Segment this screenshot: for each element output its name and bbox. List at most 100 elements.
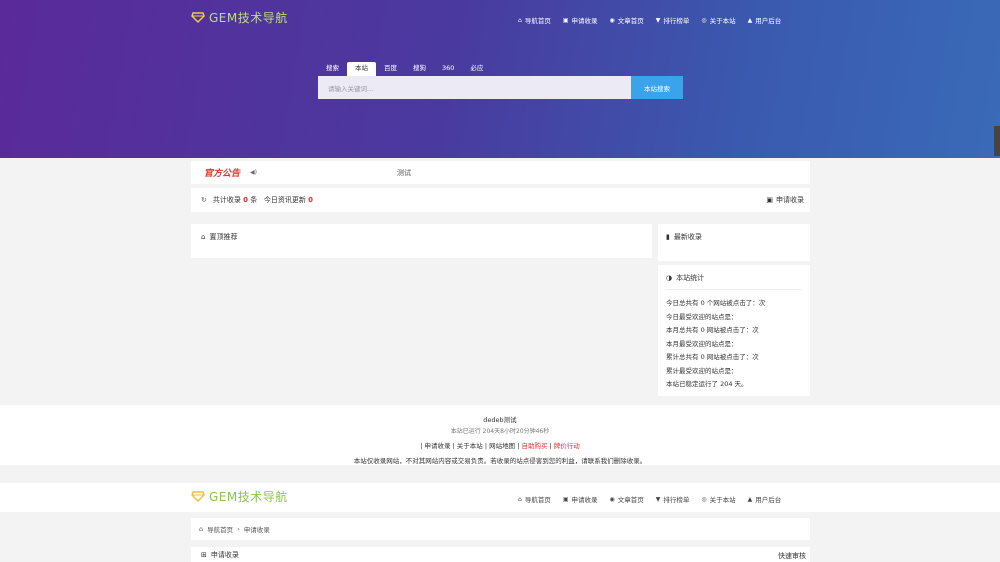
site-stats-lines: 今日总共有 0 个网站被点击了：次 今日最受欢迎的站点是： 本月总共有 0 网站… <box>666 297 802 392</box>
breadcrumb-sep: › <box>237 525 240 533</box>
nav-label: 用户后台 <box>755 496 782 504</box>
nav-item-0[interactable]: ⌂ 导航首页 <box>518 494 551 505</box>
apply-icon: ▣ <box>562 16 569 24</box>
search-tab[interactable]: 搜狗 <box>405 62 434 76</box>
footer-link[interactable]: 自助购买 <box>521 442 547 450</box>
info-icon: ◎ <box>701 495 707 503</box>
search-tab[interactable]: 360 <box>434 62 462 76</box>
search-engine-tabs: 搜索 本站 百度 搜狗 360 必应 <box>318 62 491 76</box>
nav-item-4[interactable]: ◎ 关于本站 <box>701 494 736 505</box>
site-logo[interactable]: GEM技术导航 <box>191 9 288 26</box>
page2-header: GEM技术导航 ⌂ 导航首页 ▣ 申请收录 ◉ 文章首页 ▼ 排行榜单 ◎ 关于本站 ▲ 用户后台 <box>0 483 1000 512</box>
nav-item-3[interactable]: ▼ 排行榜单 <box>655 15 690 26</box>
footer-link[interactable]: 关于本站 <box>457 442 483 450</box>
nav-label: 排行榜单 <box>663 17 690 25</box>
article-icon: ◉ <box>609 495 615 503</box>
footer-disclaimer: 本站仅收录网站，不对其网站内容或交易负责。若收录的站点侵害到您的利益，请联系我们… <box>353 457 647 465</box>
nav-label: 申请收录 <box>571 496 598 504</box>
newly-title-text: 最新收录 <box>673 233 702 241</box>
nav-item-5[interactable]: ▲ 用户后台 <box>747 494 782 505</box>
breadcrumb-current: 申请收录 <box>243 526 270 534</box>
nav-label: 导航首页 <box>524 17 551 25</box>
stat-line: 累计总共有 0 网站被点击了：次 <box>666 353 759 361</box>
home-icon: ⌂ <box>201 233 206 241</box>
article-icon: ◉ <box>609 16 615 24</box>
apply-link[interactable]: ▣ 申请收录 <box>766 195 804 205</box>
pinned-panel: ⌂ 置顶推荐 <box>191 224 652 258</box>
hero-banner: GEM技术导航 ⌂ 导航首页 ▣ 申请收录 ◉ 文章首页 ▼ 排行榜单 ◎ 关于本站 ▲ 用户后台 搜… <box>0 0 1000 158</box>
search-button[interactable]: 本站搜索 <box>631 76 683 99</box>
user-icon: ▲ <box>747 495 753 503</box>
plus-icon: ⊞ <box>201 550 207 559</box>
stat-line: 本站已稳定运行了 204 天。 <box>666 380 748 388</box>
speaker-icon: ◀) <box>250 169 257 176</box>
search-box: 请输入关键词... 本站搜索 <box>318 76 683 99</box>
nav-item-3[interactable]: ▼ 排行榜单 <box>655 494 690 505</box>
apply-panel: ⊞ 申请收录 快速审核 <box>191 547 810 562</box>
site-stats-title: ◑ 本站统计 <box>666 273 802 290</box>
refresh-icon: ↻ <box>201 196 207 204</box>
book-icon: ▮ <box>666 233 670 241</box>
footer-link[interactable]: 牌价行动 <box>554 442 580 450</box>
search-tab[interactable]: 百度 <box>376 62 405 76</box>
total-count: 0 <box>243 196 248 204</box>
today-label: 今日资讯更新 <box>263 196 306 204</box>
stat-line: 本月最受欢迎的站点是： <box>666 339 738 348</box>
search-tab[interactable]: 搜索 <box>318 62 347 76</box>
stat-line: 今日总共有 0 个网站被点击了：次 <box>666 299 766 307</box>
today-count: 0 <box>308 196 314 204</box>
top-nav: ⌂ 导航首页 ▣ 申请收录 ◉ 文章首页 ▼ 排行榜单 ◎ 关于本站 ▲ 用户后台 <box>518 15 782 26</box>
nav-label: 文章首页 <box>617 496 644 504</box>
search-input[interactable]: 请输入关键词... <box>318 76 631 99</box>
nav-label: 申请收录 <box>571 17 598 25</box>
nav-label: 排行榜单 <box>663 496 690 504</box>
footer-links: | 申请收录 | 关于本站 | 网站地图 | 自助购买 | 牌价行动 <box>420 442 580 450</box>
nav-item-0[interactable]: ⌂ 导航首页 <box>518 15 551 26</box>
quick-review-label: 快速审核 <box>778 552 806 560</box>
stats-bar: ↻ 共计收录 0 条 今日资讯更新 0 ▣ 申请收录 <box>191 188 810 212</box>
apply-icon: ▣ <box>766 196 773 204</box>
stat-line: 今日最受欢迎的站点是： <box>666 312 738 321</box>
apply-icon: ▣ <box>562 495 569 503</box>
chart-icon: ◑ <box>666 274 673 282</box>
nav-item-5[interactable]: ▲ 用户后台 <box>747 15 782 26</box>
footer-link[interactable]: 申请收录 <box>424 442 450 450</box>
search-tab[interactable]: 本站 <box>347 62 376 76</box>
nav-label: 用户后台 <box>755 17 782 25</box>
nav-item-1[interactable]: ▣ 申请收录 <box>562 494 598 505</box>
notice-message[interactable]: 测试 <box>397 168 411 178</box>
nav-label: 文章首页 <box>617 17 644 25</box>
total-unit: 条 <box>250 196 258 204</box>
pinned-title-text: 置顶推荐 <box>209 233 238 241</box>
footer-link[interactable]: 网站地图 <box>489 442 515 450</box>
logo-text: GEM技术导航 <box>209 11 288 25</box>
nav-item-2[interactable]: ◉ 文章首页 <box>609 494 644 505</box>
site-stats-title-text: 本站统计 <box>676 274 705 282</box>
nav-item-2[interactable]: ◉ 文章首页 <box>609 15 644 26</box>
breadcrumb: ⌂ 导航首页 › 申请收录 <box>191 518 810 540</box>
breadcrumb-home[interactable]: 导航首页 <box>207 524 233 534</box>
newly-panel: ▮ 最新收录 <box>658 224 810 261</box>
gem-icon <box>191 12 205 23</box>
nav-item-4[interactable]: ◎ 关于本站 <box>701 15 735 26</box>
rank-icon: ▼ <box>655 16 661 24</box>
search-tab[interactable]: 必应 <box>462 62 491 76</box>
gem-icon <box>191 491 205 502</box>
home-icon: ⌂ <box>199 525 204 533</box>
apply-panel-title-text: 申请收录 <box>210 550 239 559</box>
side-float-tab[interactable] <box>994 126 1000 156</box>
apply-label: 申请收录 <box>776 196 804 204</box>
footer-title: dedeb测试 <box>483 416 517 424</box>
user-icon: ▲ <box>747 16 753 24</box>
nav-label: 导航首页 <box>524 496 551 504</box>
rank-icon: ▼ <box>655 495 661 503</box>
footer-uptime: 本站已运行 204天8小时20分钟46秒 <box>450 428 550 435</box>
site-stats-panel: ◑ 本站统计 今日总共有 0 个网站被点击了：次 今日最受欢迎的站点是： 本月总… <box>658 265 810 396</box>
info-icon: ◎ <box>701 16 707 24</box>
notice-brand: 官方公告 <box>204 169 241 179</box>
nav-label: 关于本站 <box>709 496 736 504</box>
pinned-title: ⌂ 置顶推荐 <box>201 232 642 242</box>
site-logo[interactable]: GEM技术导航 <box>191 488 288 505</box>
nav-item-1[interactable]: ▣ 申请收录 <box>562 15 598 26</box>
stat-line: 本月总共有 0 网站被点击了：次 <box>666 326 759 334</box>
